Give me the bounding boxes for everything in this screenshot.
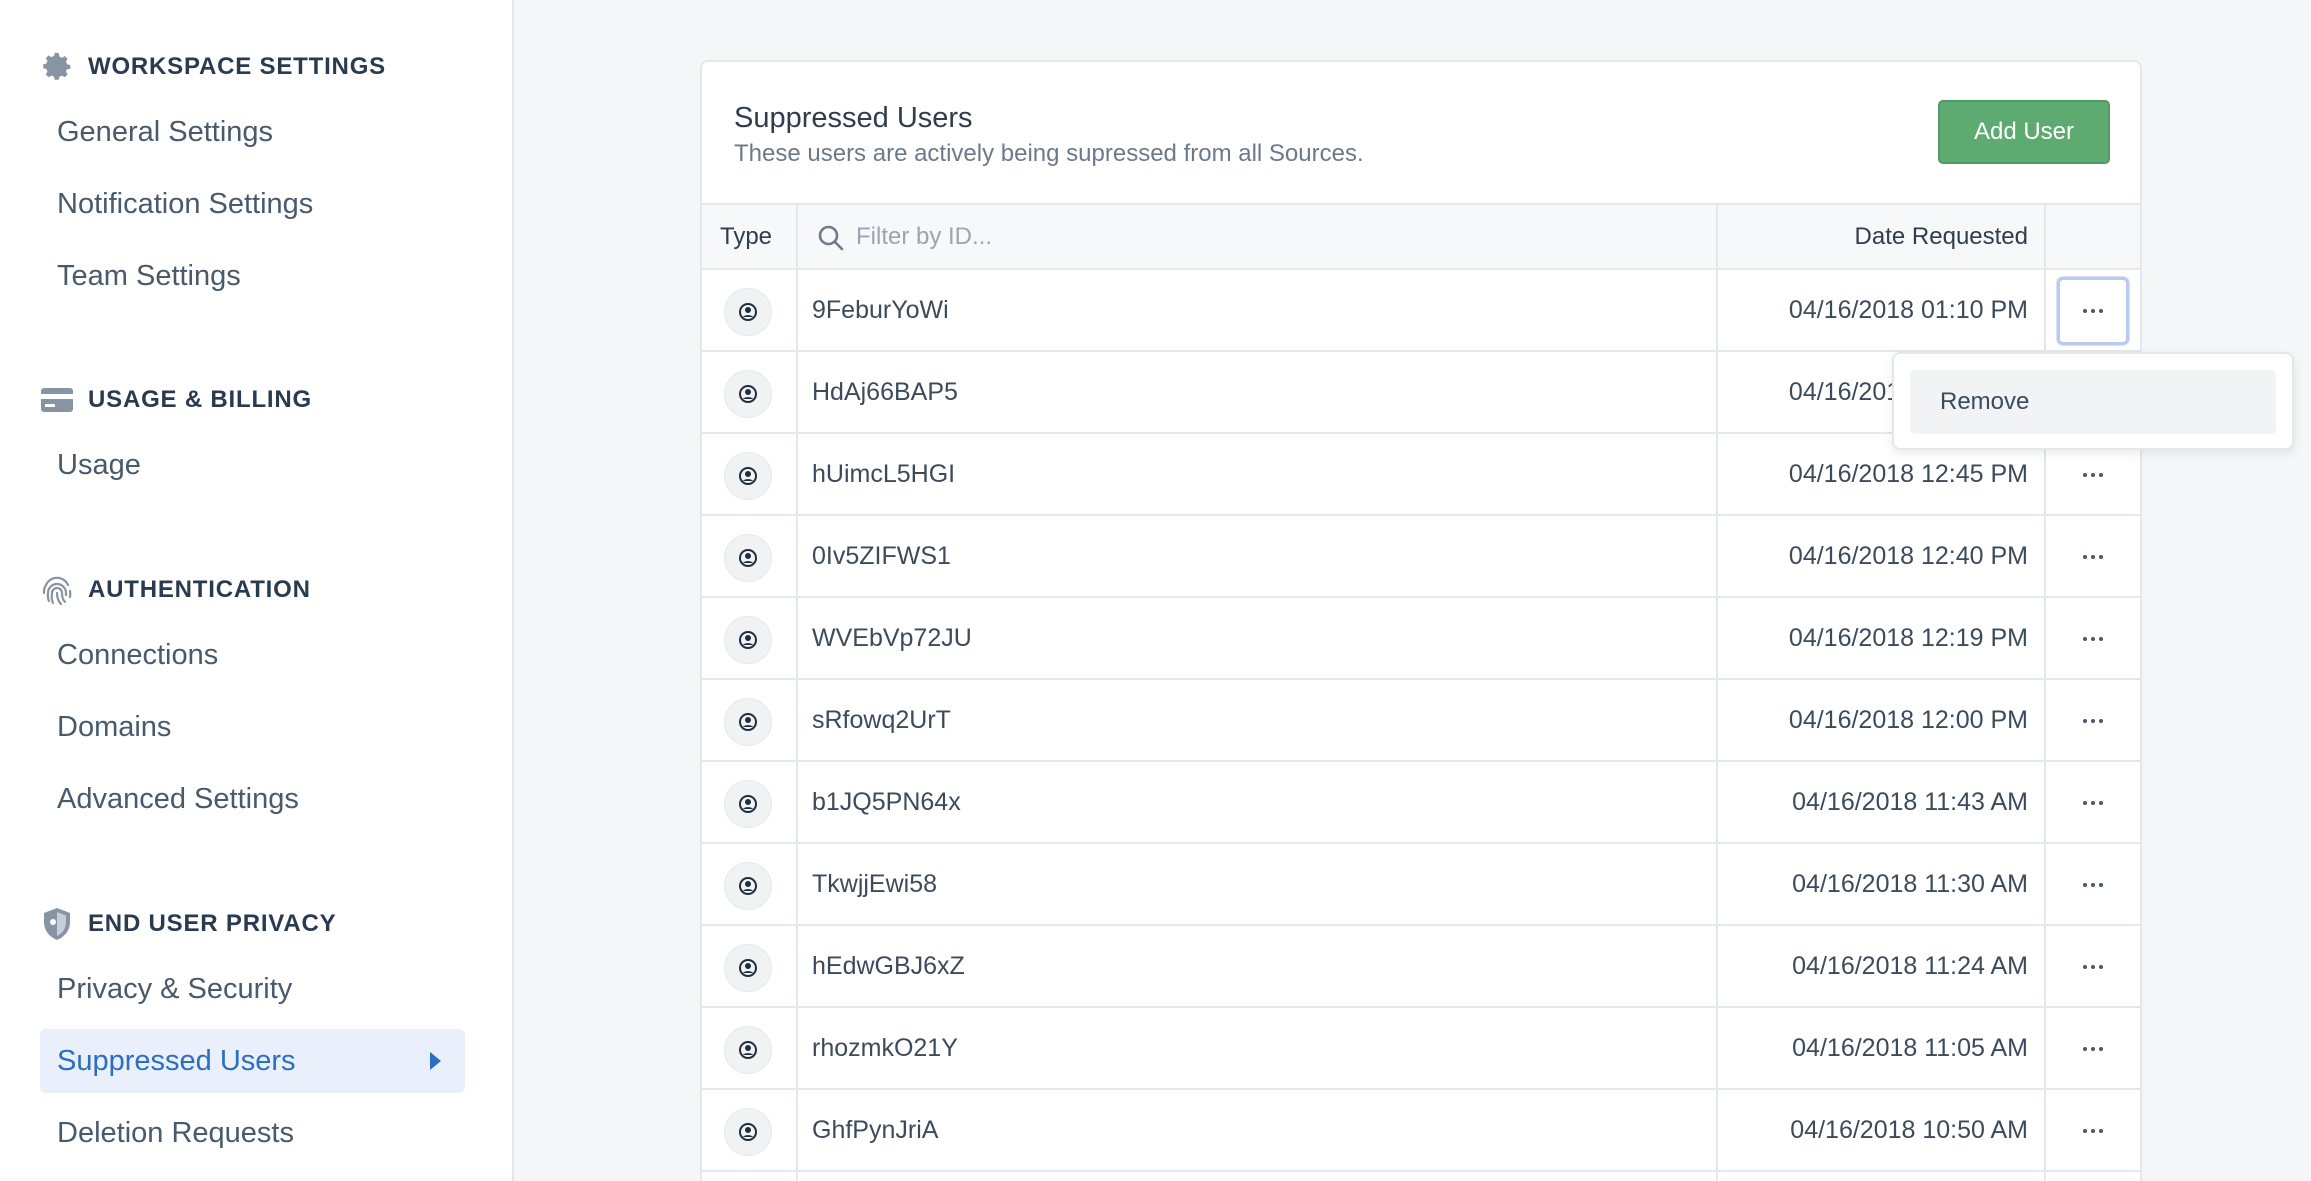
table-header: Type Date Requested xyxy=(702,203,2140,270)
user-type-icon xyxy=(724,1026,772,1074)
user-id: TkwjjEwi58 xyxy=(812,870,938,898)
user-type-icon xyxy=(724,370,772,418)
ellipsis-icon xyxy=(2083,1129,2103,1133)
card-subtitle: These users are actively being supressed… xyxy=(734,140,1364,167)
shield-icon xyxy=(40,907,74,941)
card-header: Suppressed Users These users are activel… xyxy=(702,62,2140,203)
user-id: HdAj66BAP5 xyxy=(812,378,958,406)
section-end-user-privacy: END USER PRIVACY xyxy=(40,904,336,944)
user-id: hEdwGBJ6xZ xyxy=(812,952,965,980)
more-actions-button[interactable] xyxy=(2057,933,2129,1001)
sidebar-item-usage[interactable]: Usage xyxy=(40,433,465,497)
sidebar-item-privacy-security[interactable]: Privacy & Security xyxy=(40,957,465,1021)
filter-by-id-input[interactable] xyxy=(856,217,1256,257)
more-actions-button[interactable] xyxy=(2057,1015,2129,1083)
user-type-icon xyxy=(724,862,772,910)
sidebar-item-connections[interactable]: Connections xyxy=(40,623,465,687)
more-actions-button[interactable] xyxy=(2057,441,2129,509)
ellipsis-icon xyxy=(2083,883,2103,887)
sidebar-item-team-settings[interactable]: Team Settings xyxy=(40,244,465,308)
ellipsis-icon xyxy=(2083,719,2103,723)
user-id: 0Iv5ZIFWS1 xyxy=(812,542,951,570)
fingerprint-icon xyxy=(40,573,74,607)
add-user-button[interactable]: Add User xyxy=(1938,100,2110,164)
ellipsis-icon xyxy=(2083,637,2103,641)
credit-card-icon xyxy=(40,383,74,417)
ellipsis-icon xyxy=(2083,473,2103,477)
ellipsis-icon xyxy=(2083,555,2103,559)
user-type-icon xyxy=(724,1108,772,1156)
date-requested: 04/16/2018 01:10 PM xyxy=(1788,296,2028,324)
table-row: WVEbVp72JU 04/16/2018 12:19 PM xyxy=(702,598,2140,680)
section-title: USAGE & BILLING xyxy=(88,386,313,413)
suppressed-users-card: Suppressed Users These users are activel… xyxy=(700,60,2142,1181)
table-row: sRfowq2UrT 04/16/2018 12:00 PM xyxy=(702,680,2140,762)
section-workspace-settings: WORKSPACE SETTINGS xyxy=(40,47,386,87)
gear-icon xyxy=(40,50,74,84)
more-actions-button[interactable] xyxy=(2057,851,2129,919)
remove-menu-item[interactable]: Remove xyxy=(1910,370,2276,434)
user-id: sRfowq2UrT xyxy=(812,706,951,734)
user-id: hUimcL5HGI xyxy=(812,460,956,488)
column-header-type: Type xyxy=(720,223,773,250)
user-id: 9FeburYoWi xyxy=(812,296,949,324)
table-row: TkwjjEwi58 04/16/2018 11:30 AM xyxy=(702,844,2140,926)
table-row: 9FeburYoWi 04/16/2018 01:10 PM xyxy=(702,270,2140,352)
more-actions-button[interactable] xyxy=(2057,277,2129,345)
date-requested: 04/16/2018 11:05 AM xyxy=(1792,1034,2028,1062)
more-actions-button[interactable] xyxy=(2057,769,2129,837)
sidebar-item-label: Suppressed Users xyxy=(57,1044,296,1077)
date-requested: 04/16/2018 11:24 AM xyxy=(1792,952,2028,980)
more-actions-button[interactable] xyxy=(2057,605,2129,673)
sidebar-item-advanced-settings[interactable]: Advanced Settings xyxy=(40,767,465,831)
table-row: 0Iv5ZIFWS1 04/16/2018 12:40 PM xyxy=(702,516,2140,598)
user-id: GhfPynJriA xyxy=(812,1116,939,1144)
table-row: hEdwGBJ6xZ 04/16/2018 11:24 AM xyxy=(702,926,2140,1008)
date-requested: 04/16/2018 12:19 PM xyxy=(1788,624,2028,652)
search-icon xyxy=(816,223,846,253)
section-title: AUTHENTICATION xyxy=(88,576,311,603)
user-type-icon xyxy=(724,698,772,746)
user-type-icon xyxy=(724,534,772,582)
user-type-icon xyxy=(724,944,772,992)
date-requested: 04/16/2018 11:43 AM xyxy=(1792,788,2028,816)
date-requested: 04/16/2018 11:30 AM xyxy=(1792,870,2028,898)
section-authentication: AUTHENTICATION xyxy=(40,570,311,610)
sidebar-item-deletion-requests[interactable]: Deletion Requests xyxy=(40,1101,465,1165)
more-actions-button[interactable] xyxy=(2057,687,2129,755)
section-title: END USER PRIVACY xyxy=(88,910,337,937)
section-usage-billing: USAGE & BILLING xyxy=(40,380,312,420)
date-requested: 04/16/2018 10:50 AM xyxy=(1790,1116,2028,1144)
date-requested: 04/16/2018 12:00 PM xyxy=(1788,706,2028,734)
table-row: b1JQ5PN64x 04/16/2018 11:43 AM xyxy=(702,762,2140,844)
ellipsis-icon xyxy=(2083,801,2103,805)
card-title: Suppressed Users xyxy=(734,102,973,134)
section-title: WORKSPACE SETTINGS xyxy=(88,53,386,80)
ellipsis-icon xyxy=(2083,965,2103,969)
user-type-icon xyxy=(724,288,772,336)
user-id: rhozmkO21Y xyxy=(812,1034,958,1062)
user-id: b1JQ5PN64x xyxy=(812,788,961,816)
row-actions-menu: Remove xyxy=(1892,352,2294,450)
more-actions-button[interactable] xyxy=(2057,1097,2129,1165)
table-row: GhfPynJriA 04/16/2018 10:50 AM xyxy=(702,1090,2140,1172)
sidebar-item-domains[interactable]: Domains xyxy=(40,695,465,759)
date-requested: 04/16/2018 12:40 PM xyxy=(1788,542,2028,570)
user-type-icon xyxy=(724,452,772,500)
table-row: rhozmkO21Y 04/16/2018 11:05 AM xyxy=(702,1008,2140,1090)
sidebar-item-suppressed-users[interactable]: Suppressed Users xyxy=(40,1029,465,1093)
user-type-icon xyxy=(724,616,772,664)
ellipsis-icon xyxy=(2083,309,2103,313)
caret-right-icon xyxy=(430,1052,441,1070)
date-requested: 04/16/2018 12:45 PM xyxy=(1788,460,2028,488)
sidebar-item-notification-settings[interactable]: Notification Settings xyxy=(40,172,465,236)
more-actions-button[interactable] xyxy=(2057,523,2129,591)
sidebar-item-general-settings[interactable]: General Settings xyxy=(40,100,465,164)
column-header-date-requested: Date Requested xyxy=(1854,223,2028,250)
ellipsis-icon xyxy=(2083,1047,2103,1051)
user-type-icon xyxy=(724,780,772,828)
user-id: WVEbVp72JU xyxy=(812,624,972,652)
sidebar: WORKSPACE SETTINGS General Settings Noti… xyxy=(0,0,514,1181)
